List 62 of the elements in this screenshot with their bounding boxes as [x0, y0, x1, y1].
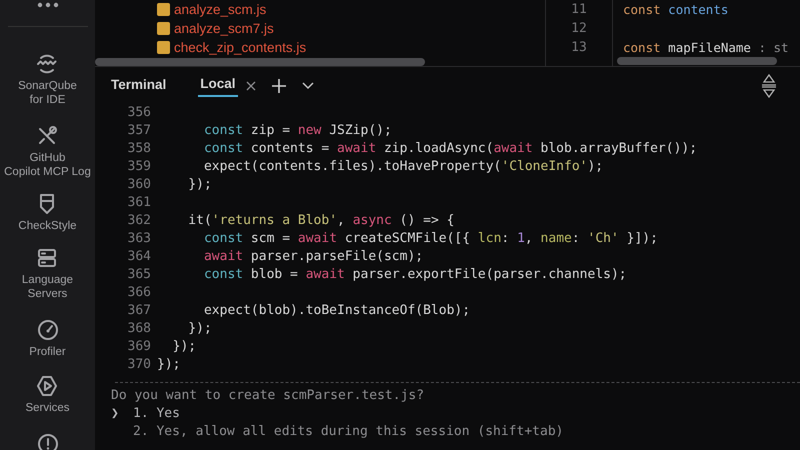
prompt-question: Do you want to create scmParser.test.js?	[110, 387, 426, 405]
close-icon[interactable]	[246, 80, 256, 90]
wave-icon	[36, 53, 58, 75]
code-line: it('returns a Blob', async () => {	[187, 212, 454, 230]
code-line: const blob = await parser.exportFile(parser.channels);	[202, 266, 627, 284]
more-icon	[36, 2, 58, 8]
line-number: 368	[126, 320, 151, 338]
play-icon	[36, 375, 58, 397]
line-number: 367	[126, 302, 151, 320]
js-file-icon	[157, 22, 170, 35]
line-number: 11	[570, 1, 588, 19]
line-number: 13	[570, 39, 588, 57]
code-line: });	[156, 356, 180, 374]
code-line: const zip = new JSZip();	[202, 122, 392, 140]
line-number: 362	[126, 212, 151, 230]
code-line: });	[187, 176, 212, 194]
line-number: 359	[126, 158, 151, 176]
code-line: await parser.parseFile(scm);	[202, 248, 424, 266]
alert-icon	[36, 433, 58, 450]
line-number: 365	[126, 266, 151, 284]
code-line: expect(contents.files).toHaveProperty('CloneInfo');	[202, 158, 604, 176]
scrollbar[interactable]	[95, 58, 425, 66]
line-number: 370	[126, 356, 151, 374]
line-number: 358	[126, 140, 151, 158]
code-line: expect(blob).toBeInstanceOf(Blob);	[202, 302, 470, 320]
resize-handle-icon[interactable]	[762, 74, 776, 98]
code-line: });	[172, 338, 196, 356]
line-number: 369	[126, 338, 151, 356]
line-number: 366	[126, 284, 151, 302]
sidebar-item[interactable]: Services	[25, 375, 70, 415]
js-file-icon	[157, 3, 170, 16]
chevron-down-icon[interactable]	[302, 82, 314, 90]
line-number: 356	[126, 104, 151, 122]
sidebar-item[interactable]: Profiler	[29, 319, 66, 359]
line-number: 360	[126, 176, 151, 194]
plus-icon[interactable]	[272, 78, 286, 92]
panel-title: Terminal	[111, 76, 166, 94]
gauge-icon	[36, 319, 58, 341]
line-number: 363	[126, 230, 151, 248]
line-number: 357	[126, 122, 151, 140]
prompt-option[interactable]: ❯ 1. Yes	[95, 405, 800, 423]
file-item[interactable]: check_zip_contents.js	[157, 38, 545, 57]
code-line: const contents = await zip.loadAsync(await blob.arrayBuffer());	[202, 140, 698, 158]
code-line: const mapFileName : st	[622, 39, 790, 57]
file-item[interactable]: analyze_scm7.js	[157, 19, 545, 38]
line-number: 12	[570, 20, 588, 38]
code-line: });	[187, 320, 212, 338]
prompt-option[interactable]: 2. Yes, allow all edits during this session (shift+tab)	[95, 423, 800, 441]
server-icon	[36, 247, 58, 269]
sidebar-item[interactable]: GitHub Copilot MCP Log	[4, 125, 91, 179]
sidebar-item[interactable]: CheckStyle	[18, 193, 77, 233]
file-item[interactable]: analyze_scm.js	[157, 0, 545, 19]
terminal-tab[interactable]: Local	[198, 74, 238, 97]
code-line: const contents	[622, 1, 730, 19]
js-file-icon	[157, 41, 170, 54]
sidebar-item[interactable]: Language Servers	[22, 247, 74, 301]
line-number: 361	[126, 194, 151, 212]
code-line: const scm = await createSCMFile([{ lcn: 1, name: 'Ch' }]);	[202, 230, 658, 248]
wrench-screwdriver-icon	[36, 125, 58, 147]
sidebar-item[interactable]: SonarQube for IDE	[18, 53, 77, 107]
scrollbar[interactable]	[617, 57, 777, 65]
line-number: 364	[126, 248, 151, 266]
